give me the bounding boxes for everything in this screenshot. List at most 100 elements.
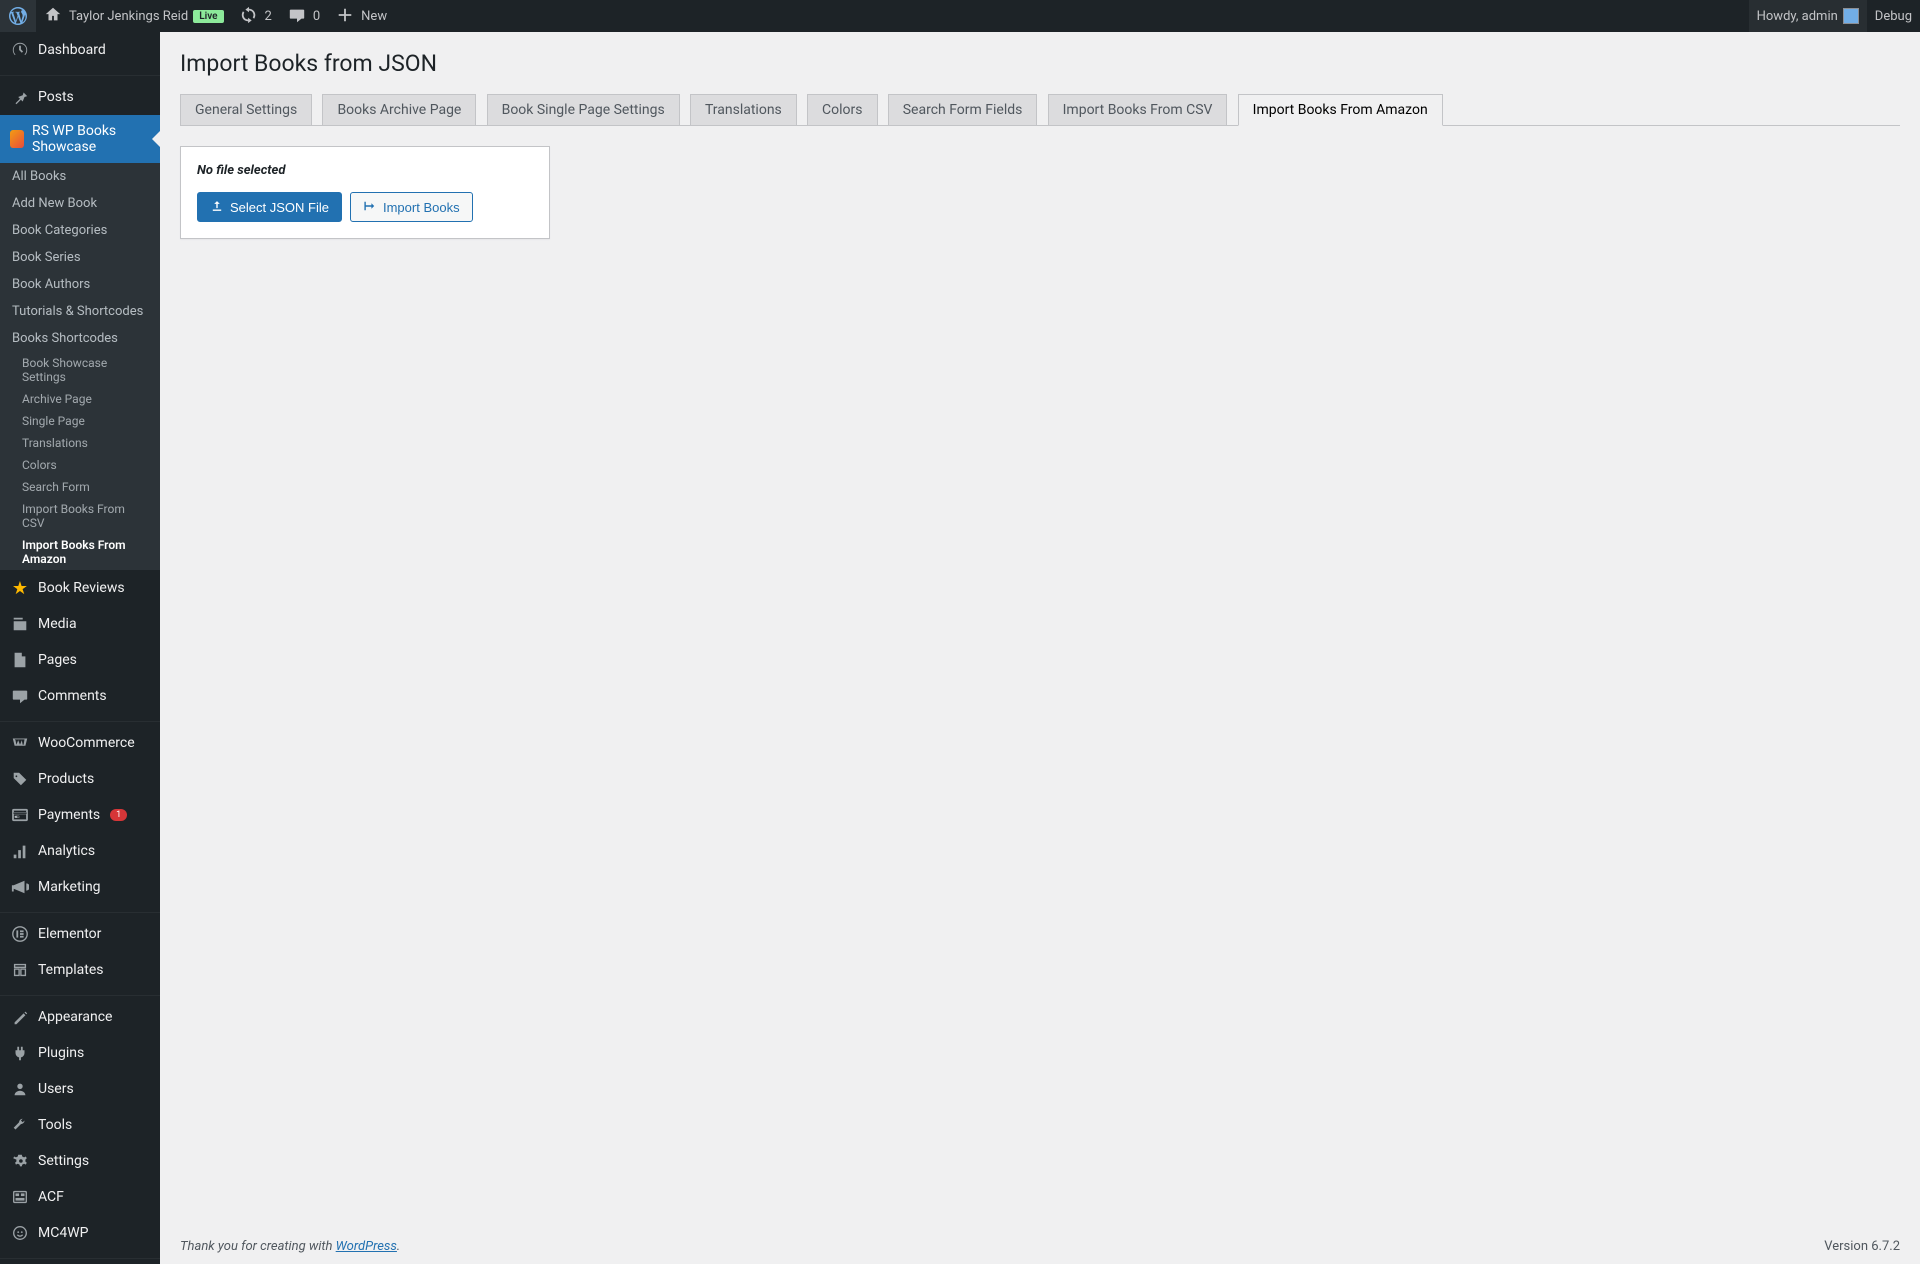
howdy-text: Howdy, admin <box>1757 9 1838 24</box>
footer-version: Version 6.7.2 <box>1824 1239 1900 1254</box>
menu-label: Tools <box>38 1117 72 1133</box>
nested-import-csv[interactable]: Import Books From CSV <box>8 498 160 534</box>
tab-colors[interactable]: Colors <box>807 94 877 125</box>
marketing-icon <box>10 877 30 897</box>
payments-badge: 1 <box>110 809 127 821</box>
menu-tools[interactable]: Tools <box>0 1107 160 1143</box>
debug-link[interactable]: Debug <box>1867 0 1920 32</box>
nested-archive-page[interactable]: Archive Page <box>8 388 160 410</box>
elementor-icon <box>10 924 30 944</box>
menu-dashboard[interactable]: Dashboard <box>0 32 160 68</box>
menu-analytics[interactable]: Analytics <box>0 833 160 869</box>
no-file-text: No file selected <box>197 163 533 178</box>
menu-label: RS WP Books Showcase <box>32 123 150 155</box>
comments-link[interactable]: 0 <box>280 0 328 32</box>
select-file-button[interactable]: Select JSON File <box>197 192 342 222</box>
menu-pages[interactable]: Pages <box>0 642 160 678</box>
tab-search[interactable]: Search Form Fields <box>888 94 1038 125</box>
wordpress-icon <box>8 6 28 26</box>
dashboard-icon <box>10 40 30 60</box>
nested-single-page[interactable]: Single Page <box>8 410 160 432</box>
menu-label: Dashboard <box>38 42 106 58</box>
menu-separator <box>0 908 160 913</box>
wordpress-link[interactable]: WordPress <box>336 1239 397 1254</box>
tab-translations[interactable]: Translations <box>690 94 797 125</box>
submenu-book-categories[interactable]: Book Categories <box>0 217 160 244</box>
menu-mc4wp[interactable]: MC4WP <box>0 1215 160 1251</box>
admin-sidebar: Dashboard Posts RS WP Books Showcase All… <box>0 32 160 1264</box>
payments-icon <box>10 805 30 825</box>
avatar-icon <box>1843 8 1859 24</box>
rs-books-submenu: All Books Add New Book Book Categories B… <box>0 163 160 570</box>
menu-separator <box>0 1254 160 1259</box>
menu-posts[interactable]: Posts <box>0 79 160 115</box>
wp-logo[interactable] <box>0 0 36 32</box>
account-link[interactable]: Howdy, admin <box>1749 0 1867 32</box>
live-badge: Live <box>193 10 223 23</box>
products-icon <box>10 769 30 789</box>
menu-label: Templates <box>38 962 104 978</box>
tab-import-csv[interactable]: Import Books From CSV <box>1048 94 1228 125</box>
submenu-book-authors[interactable]: Book Authors <box>0 271 160 298</box>
submenu-all-books[interactable]: All Books <box>0 163 160 190</box>
menu-rs-books[interactable]: RS WP Books Showcase <box>0 115 160 163</box>
menu-book-reviews[interactable]: ★ Book Reviews <box>0 570 160 606</box>
menu-products[interactable]: Products <box>0 761 160 797</box>
menu-label: Appearance <box>38 1009 112 1025</box>
submenu-books-shortcodes[interactable]: Books Shortcodes <box>0 325 160 352</box>
menu-acf[interactable]: ACF <box>0 1179 160 1215</box>
site-link[interactable]: Taylor Jenkings ReidLive <box>36 0 232 32</box>
menu-woocommerce[interactable]: WooCommerce <box>0 725 160 761</box>
users-icon <box>10 1079 30 1099</box>
nested-showcase-settings[interactable]: Book Showcase Settings <box>8 352 160 388</box>
submenu-tutorials[interactable]: Tutorials & Shortcodes <box>0 298 160 325</box>
menu-comments[interactable]: Comments <box>0 678 160 714</box>
export-icon <box>363 199 377 216</box>
menu-templates[interactable]: Templates <box>0 952 160 988</box>
nested-import-amazon[interactable]: Import Books From Amazon <box>8 534 160 570</box>
submenu-book-series[interactable]: Book Series <box>0 244 160 271</box>
menu-label: Pages <box>38 652 77 668</box>
menu-plugins[interactable]: Plugins <box>0 1035 160 1071</box>
update-icon <box>240 6 260 26</box>
home-icon <box>44 6 64 26</box>
tab-archive[interactable]: Books Archive Page <box>322 94 476 125</box>
appearance-icon <box>10 1007 30 1027</box>
star-icon: ★ <box>10 578 30 598</box>
menu-label: Posts <box>38 89 74 105</box>
import-books-button[interactable]: Import Books <box>350 192 473 222</box>
pin-icon <box>10 87 30 107</box>
menu-label: Products <box>38 771 94 787</box>
media-icon <box>10 614 30 634</box>
menu-users[interactable]: Users <box>0 1071 160 1107</box>
menu-appearance[interactable]: Appearance <box>0 999 160 1035</box>
submenu-add-new-book[interactable]: Add New Book <box>0 190 160 217</box>
comments-count: 0 <box>313 9 320 24</box>
templates-icon <box>10 960 30 980</box>
tab-general[interactable]: General Settings <box>180 94 312 125</box>
new-link[interactable]: New <box>328 0 395 32</box>
new-label: New <box>361 9 387 24</box>
menu-separator <box>0 717 160 722</box>
woocommerce-icon <box>10 733 30 753</box>
nested-translations[interactable]: Translations <box>8 432 160 454</box>
tools-icon <box>10 1115 30 1135</box>
menu-payments[interactable]: Payments1 <box>0 797 160 833</box>
menu-elementor[interactable]: Elementor <box>0 916 160 952</box>
nested-search-form[interactable]: Search Form <box>8 476 160 498</box>
menu-label: WooCommerce <box>38 735 135 751</box>
menu-settings[interactable]: Settings <box>0 1143 160 1179</box>
menu-label: Elementor <box>38 926 101 942</box>
menu-media[interactable]: Media <box>0 606 160 642</box>
menu-marketing[interactable]: Marketing <box>0 869 160 905</box>
menu-label: Book Reviews <box>38 580 125 596</box>
nested-colors[interactable]: Colors <box>8 454 160 476</box>
comment-icon <box>288 6 308 26</box>
upload-icon <box>210 199 224 216</box>
tab-single[interactable]: Book Single Page Settings <box>487 94 680 125</box>
tab-import-amazon[interactable]: Import Books From Amazon <box>1238 94 1443 126</box>
menu-label: Media <box>38 616 77 632</box>
menu-label: MC4WP <box>38 1225 88 1241</box>
menu-separator <box>0 71 160 76</box>
updates-link[interactable]: 2 <box>232 0 280 32</box>
